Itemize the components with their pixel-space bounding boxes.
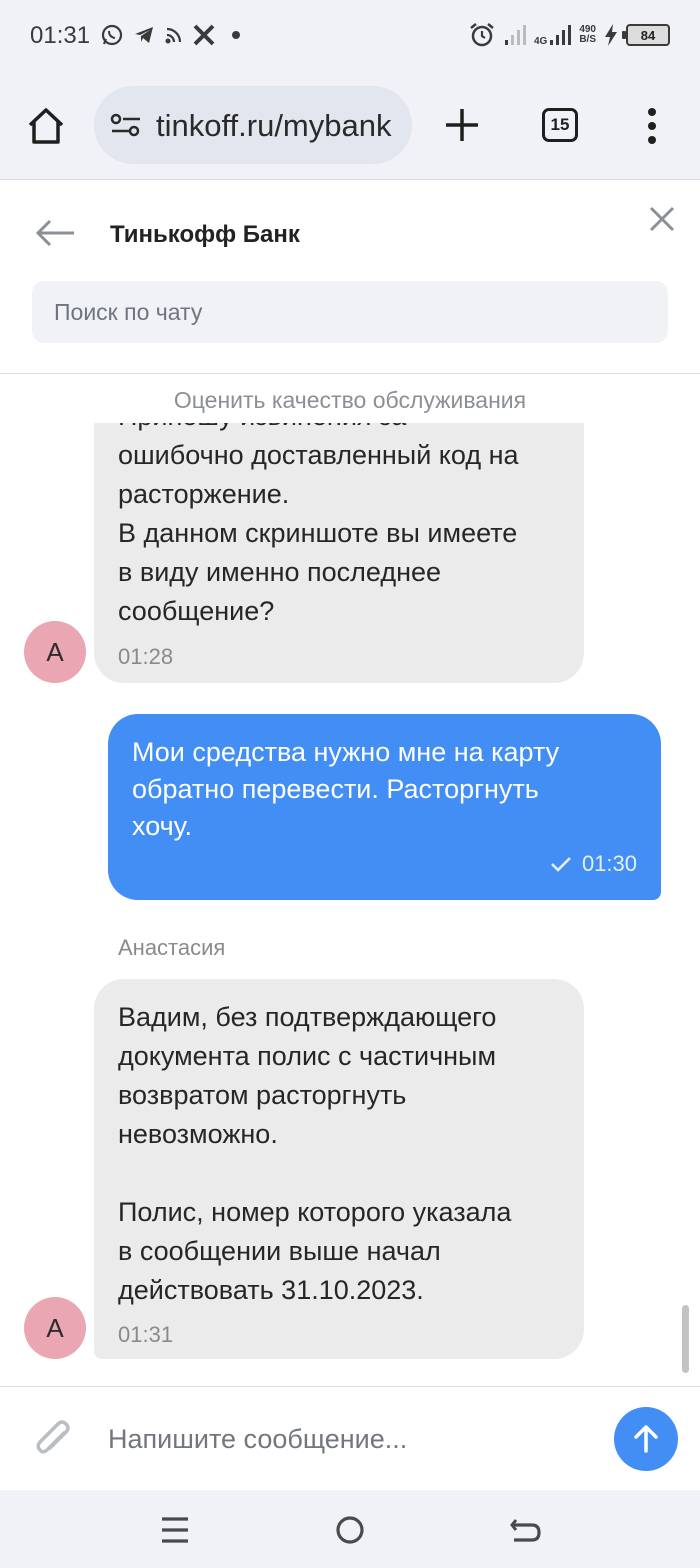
rate-service-link[interactable]: Оценить качество обслуживания — [0, 387, 700, 414]
message-text: ошибочно доставленный код на расторжение… — [118, 440, 519, 626]
url-text: tinkoff.ru/mybank — [156, 108, 392, 143]
avatar-letter: А — [46, 636, 64, 667]
message-text-clipped: Приношу извинения за — [118, 423, 406, 436]
arrow-up-icon — [634, 1425, 658, 1453]
chat-search-input[interactable] — [32, 281, 668, 343]
chat-header: Тинькофф Банк — [0, 181, 700, 374]
message-composer — [0, 1386, 700, 1490]
sender-name: Анастасия — [118, 935, 226, 960]
signal-icon — [504, 25, 526, 45]
avatar: А — [24, 621, 86, 683]
message-meta: 01:30 — [550, 845, 637, 882]
menu-icon[interactable] — [157, 1512, 193, 1548]
paperclip-icon[interactable] — [34, 1419, 74, 1461]
battery-icon: 84 — [622, 24, 670, 46]
tab-count: 15 — [550, 115, 570, 134]
chat-title: Тинькофф Банк — [110, 221, 300, 248]
message-input[interactable] — [108, 1411, 588, 1467]
message-list[interactable]: Оценить качество обслуживания Приношу из… — [0, 375, 700, 1385]
data-speed: 490 B/S — [579, 25, 596, 45]
outgoing-message: Мои средства нужно мне на карту обратно … — [108, 714, 661, 900]
dot-icon — [232, 31, 240, 39]
home-circle-icon[interactable] — [332, 1512, 368, 1548]
back-icon[interactable] — [508, 1512, 544, 1548]
telegram-icon — [135, 27, 153, 43]
avatar: А — [24, 1297, 86, 1359]
incoming-message: Вадим, без подтверждающего документа пол… — [94, 979, 584, 1359]
message-text: Мои средства нужно мне на карту обратно … — [132, 737, 560, 841]
message-time: 01:30 — [581, 851, 637, 876]
browser-toolbar: tinkoff.ru/mybank 15 — [0, 70, 700, 180]
system-nav-bar — [0, 1490, 700, 1568]
home-icon[interactable] — [24, 104, 68, 148]
avatar-letter: А — [46, 1312, 64, 1343]
charging-icon — [605, 24, 617, 46]
system-icons: 4G 490 B/S 84 — [468, 18, 670, 52]
status-time: 01:31 — [30, 22, 91, 49]
close-icon[interactable] — [648, 205, 676, 233]
speed-unit: B/S — [579, 34, 596, 45]
incoming-message: Приношу извинения за ошибочно доставленн… — [94, 423, 584, 683]
whatsapp-icon — [101, 24, 123, 46]
signal-full-icon — [550, 25, 572, 45]
more-vert-icon[interactable] — [640, 104, 664, 148]
status-bar: 01:31 4G 490 B/S 84 — [0, 0, 700, 70]
address-bar[interactable]: tinkoff.ru/mybank — [94, 86, 412, 164]
scrollbar-thumb[interactable] — [682, 1305, 689, 1373]
back-arrow-icon[interactable] — [34, 217, 76, 249]
send-button[interactable] — [614, 1407, 678, 1471]
network-type: 4G — [533, 23, 572, 47]
notification-icons — [100, 20, 248, 50]
cast-icon — [165, 27, 182, 44]
message-text: Вадим, без подтверждающего документа пол… — [118, 1002, 512, 1305]
battery-level: 84 — [640, 27, 656, 43]
tab-switcher-button[interactable]: 15 — [542, 108, 578, 142]
site-settings-icon[interactable] — [110, 113, 142, 137]
message-time: 01:28 — [118, 644, 174, 669]
check-icon — [551, 856, 571, 872]
alarm-icon — [470, 23, 494, 47]
new-tab-icon[interactable] — [442, 105, 482, 145]
message-time: 01:31 — [118, 1322, 174, 1347]
x-icon — [193, 24, 215, 46]
network-type-label: 4G — [533, 36, 548, 47]
